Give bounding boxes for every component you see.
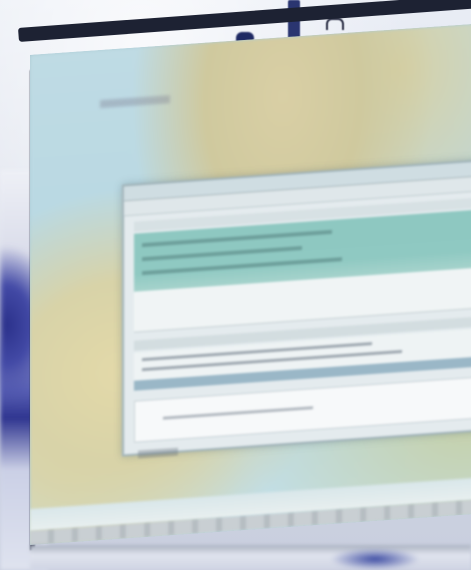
foreground-blur bbox=[330, 548, 420, 570]
selected-row bbox=[142, 229, 332, 248]
query-text bbox=[163, 406, 313, 420]
projection-screen bbox=[30, 22, 471, 545]
selected-row bbox=[142, 245, 302, 262]
hook-icon bbox=[326, 18, 344, 30]
selected-row bbox=[142, 257, 342, 276]
footer-button bbox=[138, 447, 178, 459]
software-dialog bbox=[122, 157, 471, 459]
